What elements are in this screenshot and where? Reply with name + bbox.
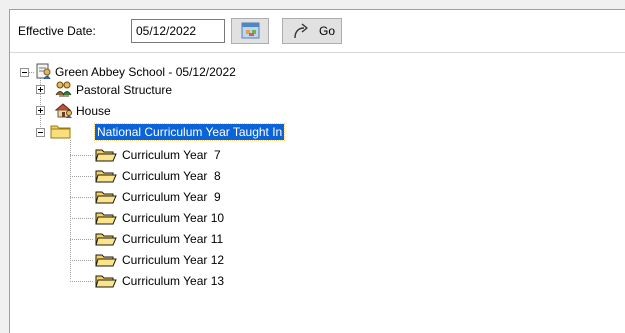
tree-node-root[interactable]: Green Abbey School - 05/12/2022 xyxy=(55,64,236,80)
school-structure-icon xyxy=(36,63,51,80)
open-folder-icon xyxy=(95,275,117,288)
open-folder-icon xyxy=(95,233,117,246)
tree-line xyxy=(70,155,94,156)
calendar-icon xyxy=(241,22,260,39)
tree-node-curriculum-year[interactable]: Curriculum Year 13 xyxy=(122,273,224,289)
toolbar-separator xyxy=(10,52,625,53)
tree-node-curriculum-year[interactable]: Curriculum Year 8 xyxy=(122,168,221,184)
folder-icon xyxy=(50,125,71,139)
open-folder-icon xyxy=(95,170,117,183)
tree-node-house[interactable]: House xyxy=(76,103,111,119)
tree-line xyxy=(70,140,71,280)
open-folder-icon xyxy=(95,149,117,162)
tree-node-national-curriculum[interactable]: National Curriculum Year Taught In xyxy=(93,123,286,141)
effective-date-label: Effective Date: xyxy=(18,24,96,38)
expand-house-toggle[interactable] xyxy=(36,106,45,115)
collapse-curriculum-toggle[interactable] xyxy=(36,128,45,137)
tree-line xyxy=(70,176,94,177)
go-button[interactable]: Go xyxy=(282,18,342,44)
tree-node-curriculum-year[interactable]: Curriculum Year 12 xyxy=(122,252,224,268)
tree-node-curriculum-year[interactable]: Curriculum Year 9 xyxy=(122,189,221,205)
tree-node-curriculum-year[interactable]: Curriculum Year 11 xyxy=(122,231,223,247)
tree-line xyxy=(70,260,94,261)
open-folder-icon xyxy=(95,191,117,204)
tree-line xyxy=(70,218,94,219)
go-button-label: Go xyxy=(319,24,336,38)
tree-node-pastoral-structure[interactable]: Pastoral Structure xyxy=(76,82,172,98)
open-folder-icon xyxy=(95,254,117,267)
arrow-redo-icon xyxy=(294,23,308,39)
window-background: Effective Date: Go xyxy=(0,0,625,333)
house-icon xyxy=(54,103,72,118)
tree-node-curriculum-year[interactable]: Curriculum Year 7 xyxy=(122,147,221,163)
tree-line xyxy=(70,281,94,282)
tree-line xyxy=(70,239,94,240)
collapse-root-toggle[interactable] xyxy=(20,68,29,77)
effective-date-input[interactable] xyxy=(131,19,225,43)
tree-line xyxy=(70,197,94,198)
expand-pastoral-toggle[interactable] xyxy=(36,85,45,94)
calendar-button[interactable] xyxy=(231,18,269,44)
pastoral-icon xyxy=(55,81,72,97)
tree-node-curriculum-year[interactable]: Curriculum Year 10 xyxy=(122,210,224,226)
structure-tree[interactable]: Green Abbey School - 05/12/2022 Pastoral… xyxy=(10,60,625,330)
open-folder-icon xyxy=(95,212,117,225)
